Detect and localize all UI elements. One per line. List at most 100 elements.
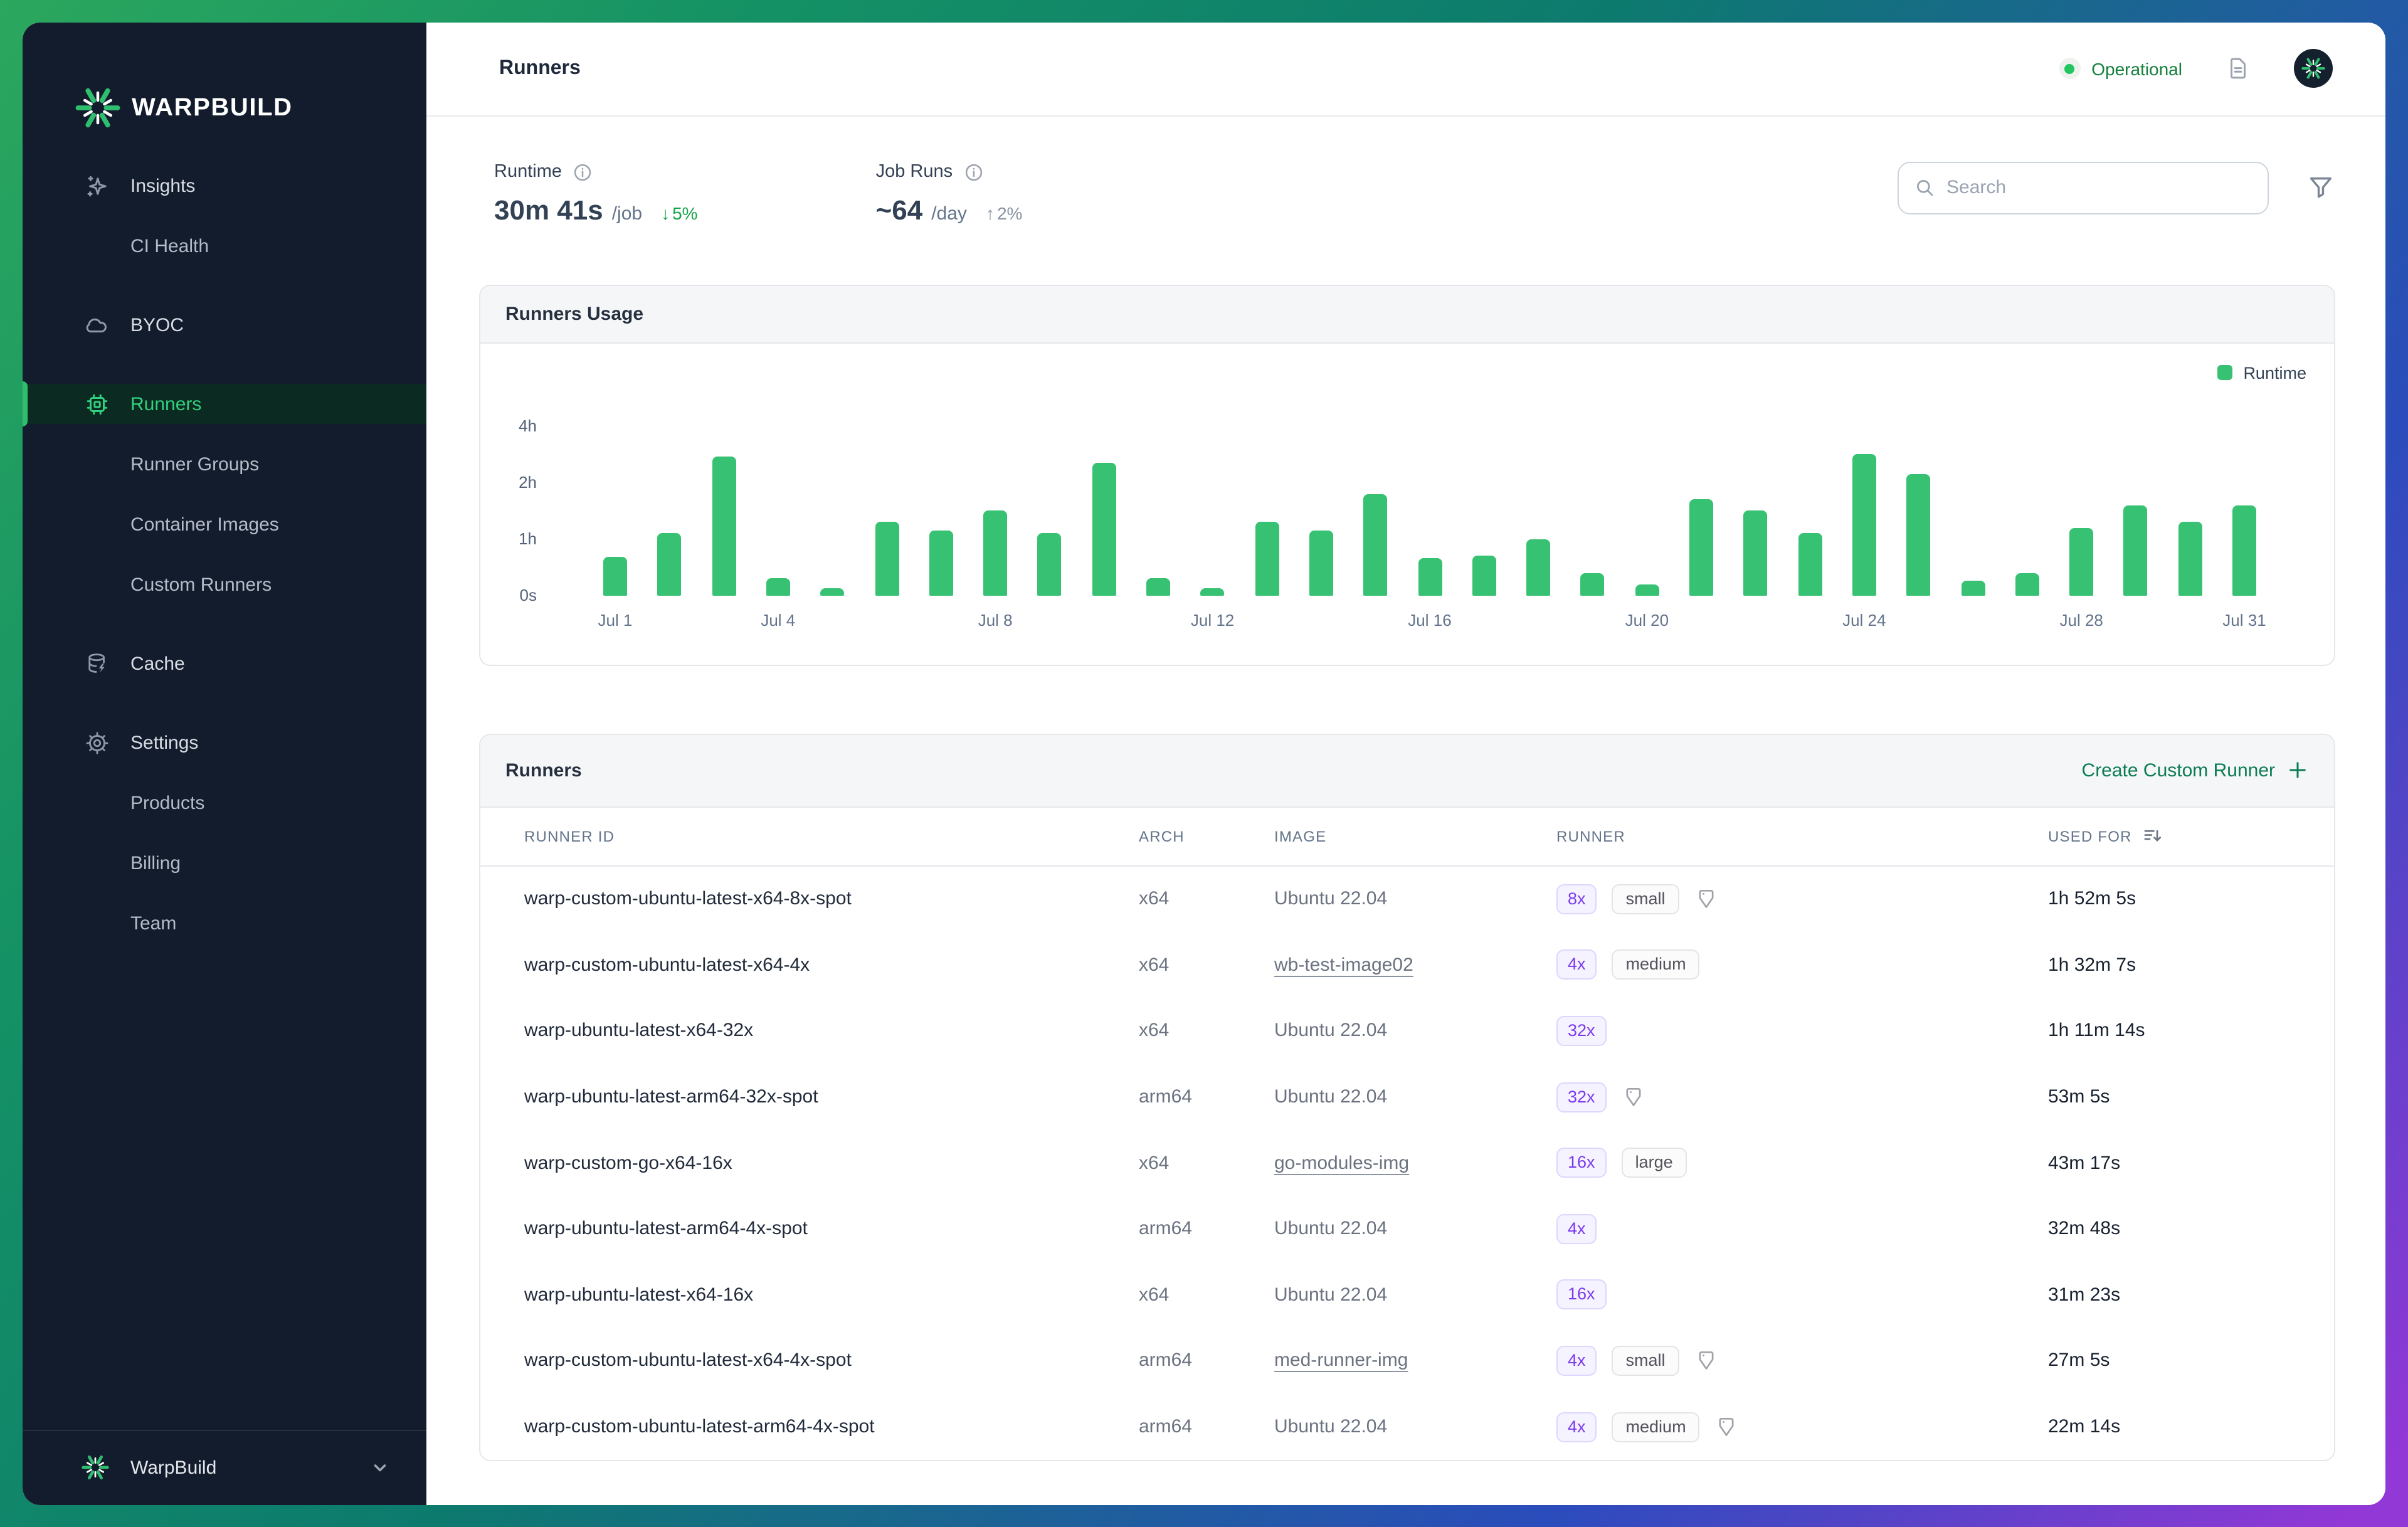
runner-arch: x64: [1139, 1152, 1170, 1174]
org-switcher[interactable]: WarpBuild: [23, 1429, 426, 1504]
org-name: WarpBuild: [130, 1457, 217, 1478]
sidebar-item-runner-groups[interactable]: Runner Groups: [23, 444, 426, 484]
status-dot: [2059, 58, 2081, 80]
search-input[interactable]: [1946, 177, 2235, 198]
stat-runtime: Runtime 30m 41s /job ↓ 5%: [494, 161, 698, 226]
tag-icon: [1694, 1349, 1718, 1373]
database-icon: [82, 650, 112, 677]
multiplier-badge: 4x: [1556, 1345, 1597, 1376]
image-text: Ubuntu 22.04: [1274, 1416, 1388, 1438]
gear-icon: [82, 729, 112, 756]
table-row[interactable]: warp-custom-ubuntu-latest-x64-8x-spot x64…: [480, 866, 2334, 932]
sidebar-item-ci-health[interactable]: CI Health: [23, 226, 426, 266]
create-custom-runner-button[interactable]: Create Custom Runner: [2082, 759, 2309, 781]
brand-name: WARPBUILD: [132, 93, 293, 121]
runner-id: warp-custom-ubuntu-latest-x64-4x-spot: [524, 1350, 852, 1371]
used-for: 22m 14s: [2048, 1416, 2121, 1438]
sidebar-item-label: Custom Runners: [130, 574, 272, 595]
sidebar-item-billing[interactable]: Billing: [23, 843, 426, 883]
x-tick: Jul 4: [761, 610, 796, 629]
chart-legend: Runtime: [2217, 363, 2306, 382]
y-tick: 1h: [519, 529, 537, 547]
col-runner: RUNNER: [1556, 827, 1625, 845]
table-row[interactable]: warp-ubuntu-latest-x64-16x x64 Ubuntu 22.0…: [480, 1262, 2334, 1328]
sidebar-item-custom-runners[interactable]: Custom Runners: [23, 564, 426, 605]
col-used-for: USED FOR: [2048, 825, 2290, 847]
filter-icon[interactable]: [2306, 173, 2335, 202]
runner-arch: x64: [1139, 1020, 1170, 1042]
sidebar-item-byoc[interactable]: BYOC: [23, 305, 426, 345]
used-for: 32m 48s: [2048, 1218, 2121, 1240]
sidebar-item-cache[interactable]: Cache: [23, 643, 426, 684]
sidebar-item-label: BYOC: [130, 314, 184, 336]
table-row[interactable]: warp-custom-ubuntu-latest-x64-4x x64 wb-te…: [480, 932, 2334, 998]
info-icon[interactable]: [572, 161, 593, 182]
info-icon[interactable]: [963, 161, 984, 182]
image-link[interactable]: wb-test-image02: [1274, 954, 1413, 976]
stat-runtime-value: 30m 41s: [494, 194, 603, 225]
runner-arch: x64: [1139, 954, 1170, 976]
table-row[interactable]: warp-custom-ubuntu-latest-x64-4x-spot arm…: [480, 1328, 2334, 1393]
table-row[interactable]: warp-custom-ubuntu-latest-arm64-4x-spot a…: [480, 1394, 2334, 1460]
image-link[interactable]: med-runner-img: [1274, 1350, 1408, 1371]
status-badge[interactable]: Operational: [2059, 58, 2182, 80]
runtime-bar-jul-28: [2069, 527, 2094, 595]
used-for: 1h 32m 7s: [2048, 954, 2136, 976]
tag-icon: [1694, 887, 1718, 911]
used-for: 53m 5s: [2048, 1086, 2110, 1108]
page-title: Runners: [499, 57, 581, 79]
table-header-row: RUNNER ID ARCH IMAGE RUNNER USED FOR: [480, 807, 2334, 866]
runtime-bar-jul-24: [1852, 454, 1876, 595]
table-row[interactable]: warp-ubuntu-latest-arm64-32x-spot arm64 Ub…: [480, 1064, 2334, 1130]
stat-job-runs-delta: ↑ 2%: [985, 203, 1023, 223]
runtime-bar-jul-7: [929, 530, 953, 595]
used-for: 1h 52m 5s: [2048, 888, 2136, 910]
avatar[interactable]: [2294, 49, 2333, 88]
plus-icon: [2286, 759, 2309, 781]
sidebar-item-products[interactable]: Products: [23, 783, 426, 823]
screen-frame: WARPBUILD Insights CI Health BYOC Runners Ru…: [0, 0, 2408, 1527]
sidebar: WARPBUILD Insights CI Health BYOC Runners Ru…: [23, 23, 426, 1504]
sort-icon[interactable]: [2142, 825, 2163, 847]
app-window: WARPBUILD Insights CI Health BYOC Runners Ru…: [23, 23, 2385, 1504]
sidebar-item-runners[interactable]: Runners: [23, 381, 426, 426]
sidebar-item-team[interactable]: Team: [23, 903, 426, 943]
sidebar-item-insights[interactable]: Insights: [23, 166, 426, 206]
x-tick: Jul 1: [598, 610, 633, 629]
runner-arch: arm64: [1139, 1350, 1193, 1371]
table-row[interactable]: warp-ubuntu-latest-arm64-4x-spot arm64 Ubu…: [480, 1196, 2334, 1262]
org-burst-icon: [82, 1454, 112, 1481]
stat-job-runs: Job Runs ~64 /day ↑ 2%: [876, 161, 1023, 226]
y-tick: 2h: [519, 472, 537, 491]
table-row[interactable]: warp-ubuntu-latest-x64-32x x64 Ubuntu 22.0…: [480, 998, 2334, 1064]
runtime-bar-jul-3: [712, 457, 736, 595]
brand-logo[interactable]: WARPBUILD: [23, 23, 426, 137]
multiplier-badge: 4x: [1556, 1213, 1597, 1244]
y-tick: 4h: [519, 416, 537, 435]
stat-runtime-unit: /job: [611, 203, 643, 224]
usage-card-title: Runners Usage: [505, 303, 644, 324]
multiplier-badge: 32x: [1556, 1015, 1607, 1046]
usage-chart: Runtime 0s 1h 2h 4h Jul 1 Jul 4 Jul 8 Jul 12 Ju…: [480, 343, 2334, 664]
image-link[interactable]: go-modules-img: [1274, 1152, 1409, 1173]
runner-id: warp-ubuntu-latest-arm64-32x-spot: [524, 1086, 818, 1108]
image-text: Ubuntu 22.04: [1274, 1020, 1388, 1042]
sidebar-nav: Insights CI Health BYOC Runners Runner Group…: [23, 166, 426, 943]
docs-icon[interactable]: [2225, 56, 2251, 82]
runtime-bar-jul-6: [875, 522, 899, 595]
used-for: 1h 11m 14s: [2048, 1020, 2145, 1042]
image-text: Ubuntu 22.04: [1274, 1218, 1388, 1240]
multiplier-badge: 16x: [1556, 1279, 1607, 1310]
runtime-bar-jul-25: [1906, 473, 1931, 595]
x-tick: Jul 28: [2059, 610, 2103, 629]
sidebar-item-container-images[interactable]: Container Images: [23, 504, 426, 544]
table-row[interactable]: warp-custom-go-x64-16x x64 go-modules-img 1…: [480, 1130, 2334, 1196]
sidebar-item-label: Products: [130, 792, 205, 813]
cloud-icon: [82, 311, 112, 339]
runtime-bar-jul-11: [1146, 578, 1170, 595]
image-text: Ubuntu 22.04: [1274, 1284, 1388, 1306]
sidebar-item-settings[interactable]: Settings: [23, 722, 426, 763]
stat-job-runs-unit: /day: [931, 203, 967, 224]
tag-icon: [1715, 1415, 1739, 1439]
used-for: 43m 17s: [2048, 1152, 2121, 1174]
